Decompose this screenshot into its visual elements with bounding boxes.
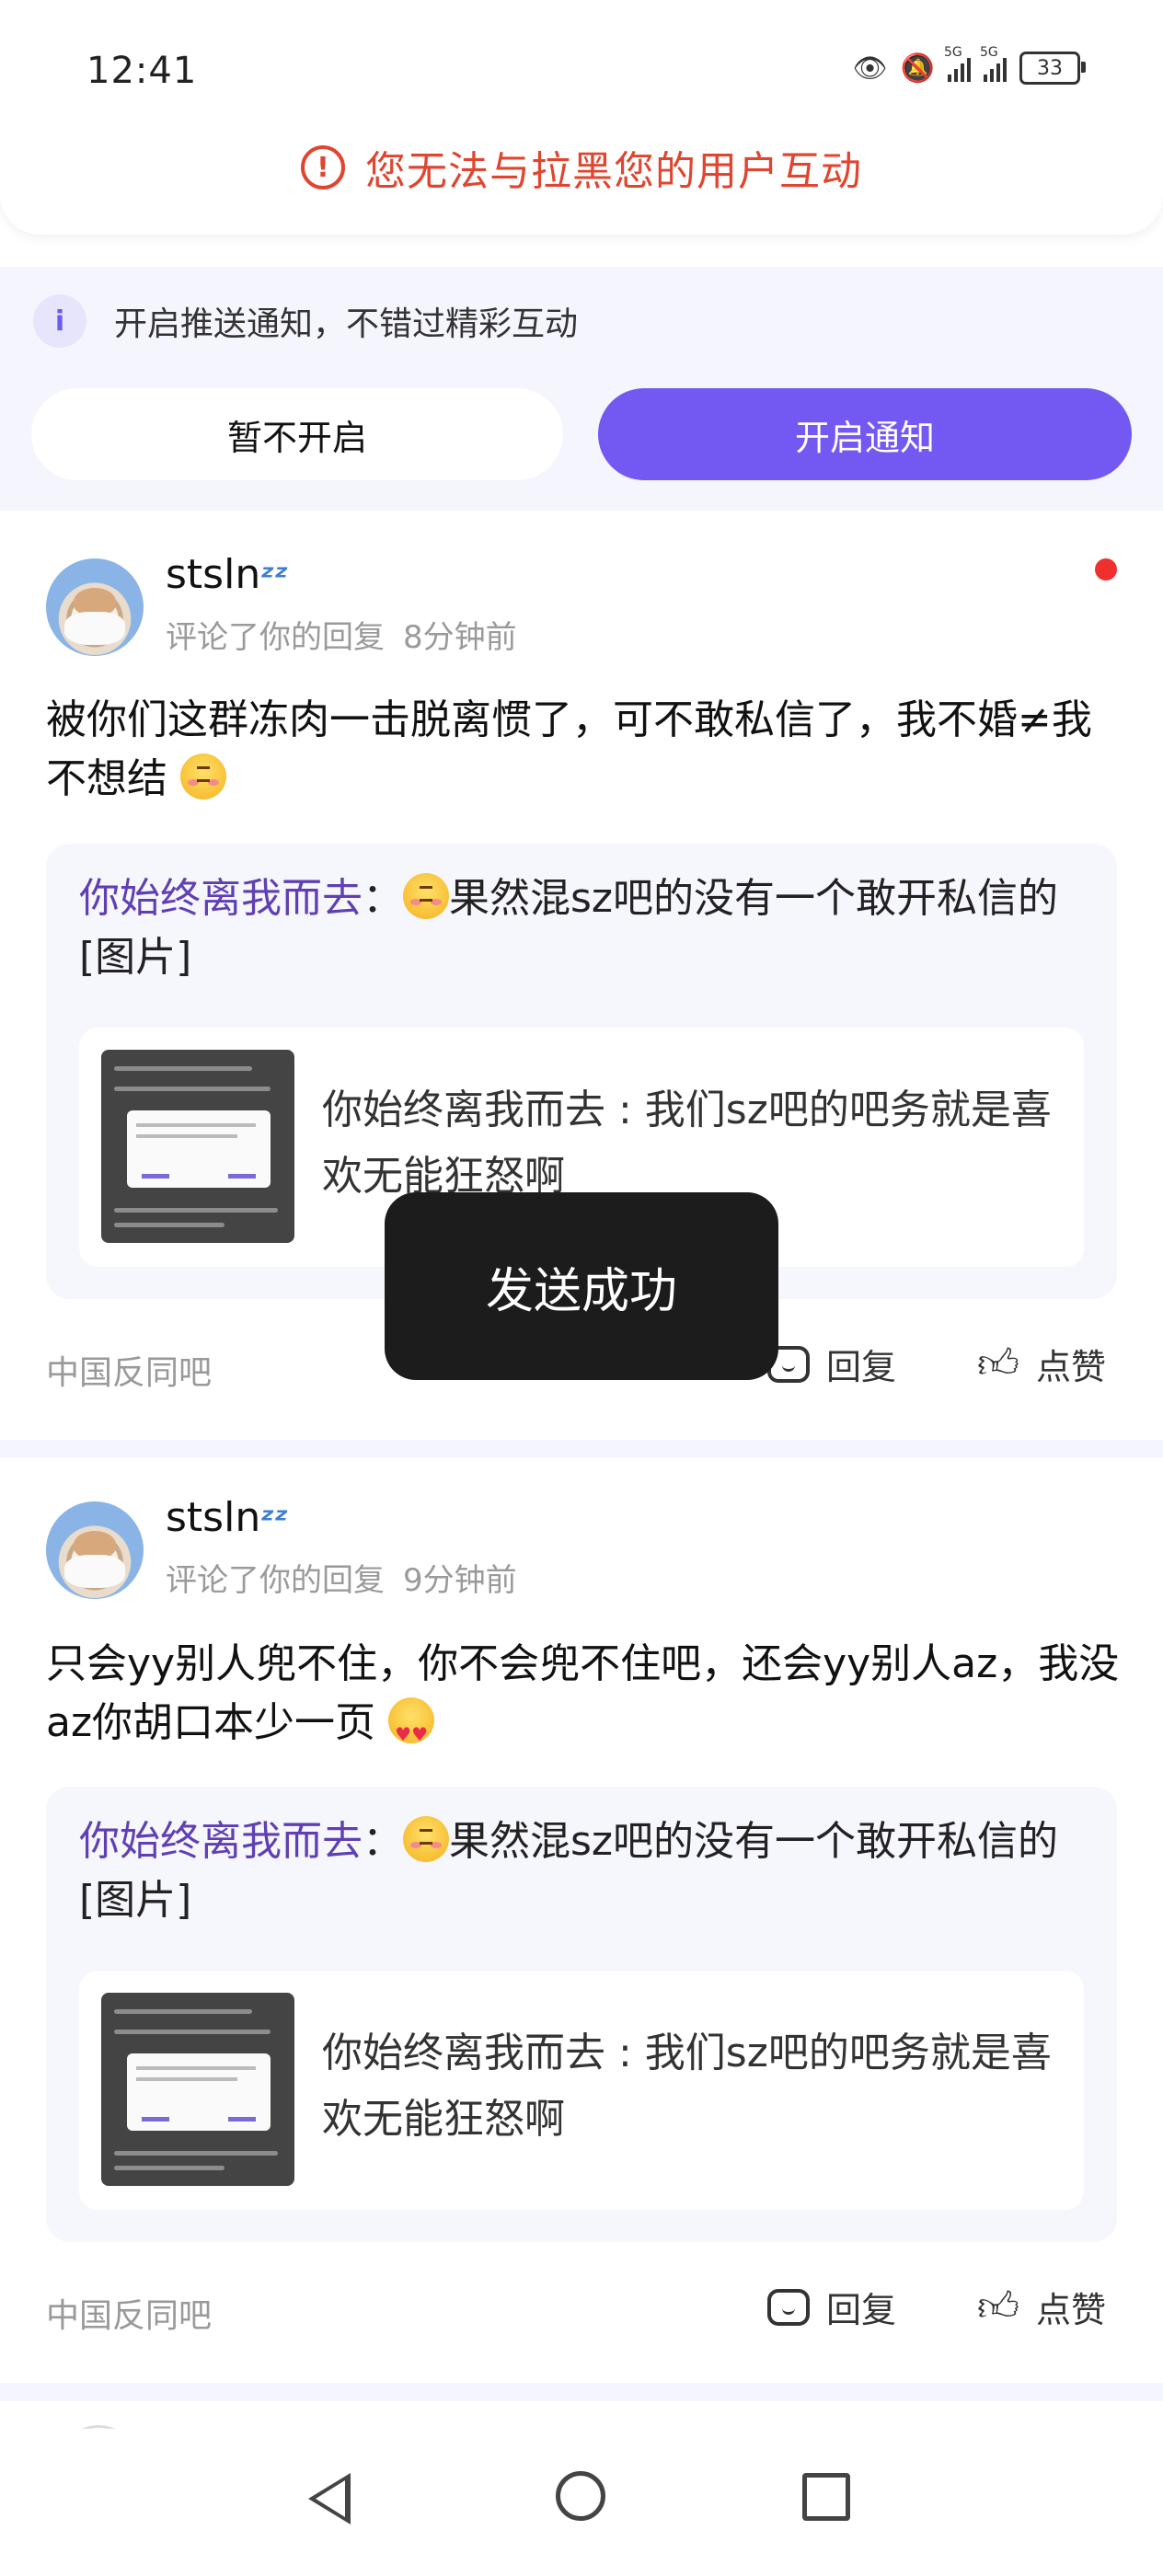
recents-square-icon[interactable]	[802, 2473, 850, 2521]
meta-line: 评论了你的回复 8分钟前	[166, 619, 517, 656]
notify-row: i 开启推送通知，不错过精彩互动	[33, 294, 578, 348]
original-post-text: 你始终离我而去 : 我们sz吧的吧务就是喜欢无能狂怒啊	[322, 2030, 1052, 2143]
status-icons: 👁 🔕 5G 5G 33	[852, 45, 1086, 85]
back-triangle-icon[interactable]	[308, 2473, 351, 2524]
top-header: 12:41 👁 🔕 5G 5G 33 ! 您无法与拉黑您的用户互动	[0, 0, 1163, 235]
notify-text: 开启推送通知，不错过精彩互动	[114, 305, 579, 343]
signal-icon: 5G	[944, 45, 971, 82]
thumbs-up-icon: 👍︎	[977, 1340, 1019, 1387]
card-divider	[0, 1440, 1163, 1458]
status-time: 12:41	[86, 50, 198, 92]
timestamp: 9分钟前	[403, 1562, 517, 1599]
original-post-text: 你始终离我而去 : 我们sz吧的吧务就是喜欢无能狂怒啊	[322, 1087, 1052, 1200]
quoted-text: 你始终离我而去： 果然混sz吧的没有一个敢开私信的[图片]	[79, 873, 1059, 981]
toast-message: 发送成功	[385, 1192, 778, 1380]
battery-icon: 33	[1019, 52, 1086, 85]
avatar[interactable]	[46, 1501, 144, 1599]
heart-eyes-emoji-icon	[388, 1697, 435, 1764]
system-nav-bar	[0, 2429, 1163, 2576]
like-button[interactable]: 👍︎ 点赞	[977, 2282, 1106, 2332]
home-circle-icon[interactable]	[556, 2471, 605, 2521]
not-now-button[interactable]: 暂不开启	[31, 388, 563, 480]
quoted-username: 你始终离我而去	[79, 875, 363, 922]
sleeping-zzz-icon: ᶻᶻ	[260, 558, 289, 596]
quoted-username: 你始终离我而去	[79, 1818, 363, 1865]
comment-text[interactable]: 被你们这群冻肉一击脱离惯了，可不敢私信了，我不婚≠我不想结	[46, 691, 1123, 809]
push-notification-prompt: i 开启推送通知，不错过精彩互动 暂不开启 开启通知	[0, 267, 1163, 511]
enable-notifications-button[interactable]: 开启通知	[598, 388, 1132, 480]
username[interactable]: stslnᶻᶻ	[166, 1494, 288, 1541]
avatar[interactable]	[46, 558, 144, 656]
card-divider	[0, 2383, 1163, 2401]
screenshot-thumbnail	[101, 1993, 294, 2186]
blocked-banner-text: 您无法与拉黑您的用户互动	[365, 148, 862, 195]
shy-face-emoji-icon	[403, 1816, 449, 1862]
screenshot-thumbnail	[101, 1050, 294, 1243]
quoted-text: 你始终离我而去： 果然混sz吧的没有一个敢开私信的[图片]	[79, 1816, 1059, 1924]
original-post-preview[interactable]: 你始终离我而去 : 我们sz吧的吧务就是喜欢无能狂怒啊	[79, 1971, 1084, 2210]
blocked-banner: ! 您无法与拉黑您的用户互动	[0, 138, 1163, 197]
unread-dot	[1095, 558, 1117, 581]
forum-name[interactable]: 中国反同吧	[46, 2289, 212, 2337]
info-icon: i	[33, 294, 86, 348]
notification-card[interactable]: stslnᶻᶻ 评论了你的回复 9分钟前 只会yy别人兜不住，你不会兜不住吧，还会…	[0, 1458, 1163, 2383]
shy-face-emoji-icon	[180, 753, 226, 799]
thumbs-up-icon: 👍︎	[977, 2283, 1019, 2330]
reply-button[interactable]: 回复	[767, 2282, 896, 2332]
reply-button[interactable]: 回复	[767, 1339, 896, 1389]
warning-circle-icon: !	[301, 145, 345, 190]
sleeping-zzz-icon: ᶻᶻ	[260, 1501, 289, 1539]
signal-icon-2: 5G	[980, 45, 1007, 82]
meta-line: 评论了你的回复 9分钟前	[166, 1562, 517, 1599]
comment-text[interactable]: 只会yy别人兜不住，你不会兜不住吧，还会yy别人az，我没az你胡口本少一页	[46, 1635, 1123, 1764]
mute-bell-icon: 🔕	[900, 52, 935, 85]
quoted-reply[interactable]: 你始终离我而去： 果然混sz吧的没有一个敢开私信的[图片] 你始终离我而去 : 我…	[46, 1787, 1117, 2242]
username[interactable]: stslnᶻᶻ	[166, 551, 288, 598]
like-button[interactable]: 👍︎ 点赞	[977, 1339, 1106, 1389]
forum-name[interactable]: 中国反同吧	[46, 1346, 212, 1394]
eye-icon: 👁	[852, 52, 888, 85]
comment-bubble-icon	[767, 2288, 810, 2326]
card-footer: 中国反同吧 回复 👍︎ 点赞	[46, 2282, 1117, 2337]
timestamp: 8分钟前	[403, 619, 517, 656]
shy-face-emoji-icon	[403, 873, 449, 919]
